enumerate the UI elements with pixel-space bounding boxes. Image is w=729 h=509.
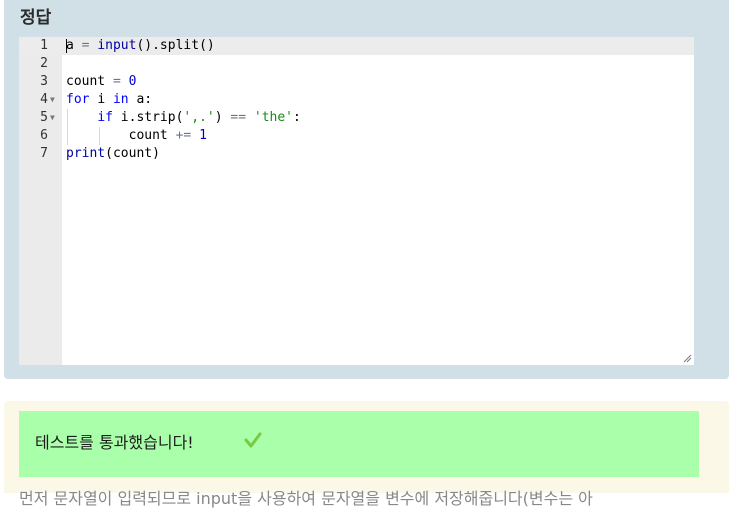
code-line[interactable]: 2 — [19, 55, 694, 73]
code-text[interactable]: count = 0 — [66, 73, 136, 91]
line-number: 4 — [40, 92, 48, 107]
code-line[interactable]: 4 ▼ for i in a: — [19, 91, 694, 109]
line-number: 3 — [40, 74, 48, 89]
fold-arrow-icon[interactable]: ▼ — [50, 91, 55, 109]
code-editor[interactable]: 1 a = input().split() 2 3 count = 0 4 ▼ … — [19, 37, 694, 365]
answer-panel: 정답 1 a = input().split() 2 3 count = 0 4… — [4, 0, 729, 379]
code-text[interactable]: print(count) — [66, 145, 160, 163]
code-line[interactable]: 6 count += 1 — [19, 127, 694, 145]
code-text[interactable]: for i in a: — [66, 91, 152, 109]
line-number: 5 — [40, 110, 48, 125]
fold-arrow-icon[interactable]: ▼ — [50, 109, 55, 127]
line-number: 7 — [40, 146, 48, 161]
result-panel: 테스트를 통과했습니다! 먼저 문자열이 입력되므로 input을 사용하여 문… — [4, 401, 729, 508]
code-text[interactable]: a = input().split() — [66, 37, 215, 55]
success-message: 테스트를 통과했습니다! — [35, 433, 194, 452]
answer-title: 정답 — [20, 8, 52, 28]
code-text[interactable]: count += 1 — [66, 127, 207, 145]
code-text[interactable]: if i.strip(',.') == 'the': — [66, 109, 301, 127]
code-line[interactable]: 5 ▼ if i.strip(',.') == 'the': — [19, 109, 694, 127]
code-line[interactable]: 7 print(count) — [19, 145, 694, 163]
explanation-text: 먼저 문자열이 입력되므로 input을 사용하여 문자열을 변수에 저장해줍니… — [19, 489, 593, 508]
resize-grip-icon[interactable] — [683, 354, 692, 363]
success-message-box: 테스트를 통과했습니다! — [19, 411, 699, 477]
line-number: 1 — [40, 38, 48, 53]
line-number: 6 — [40, 128, 48, 143]
checkmark-icon — [244, 432, 262, 448]
code-line[interactable]: 1 a = input().split() — [19, 37, 694, 55]
code-line[interactable]: 3 count = 0 — [19, 73, 694, 91]
line-number: 2 — [40, 56, 48, 71]
